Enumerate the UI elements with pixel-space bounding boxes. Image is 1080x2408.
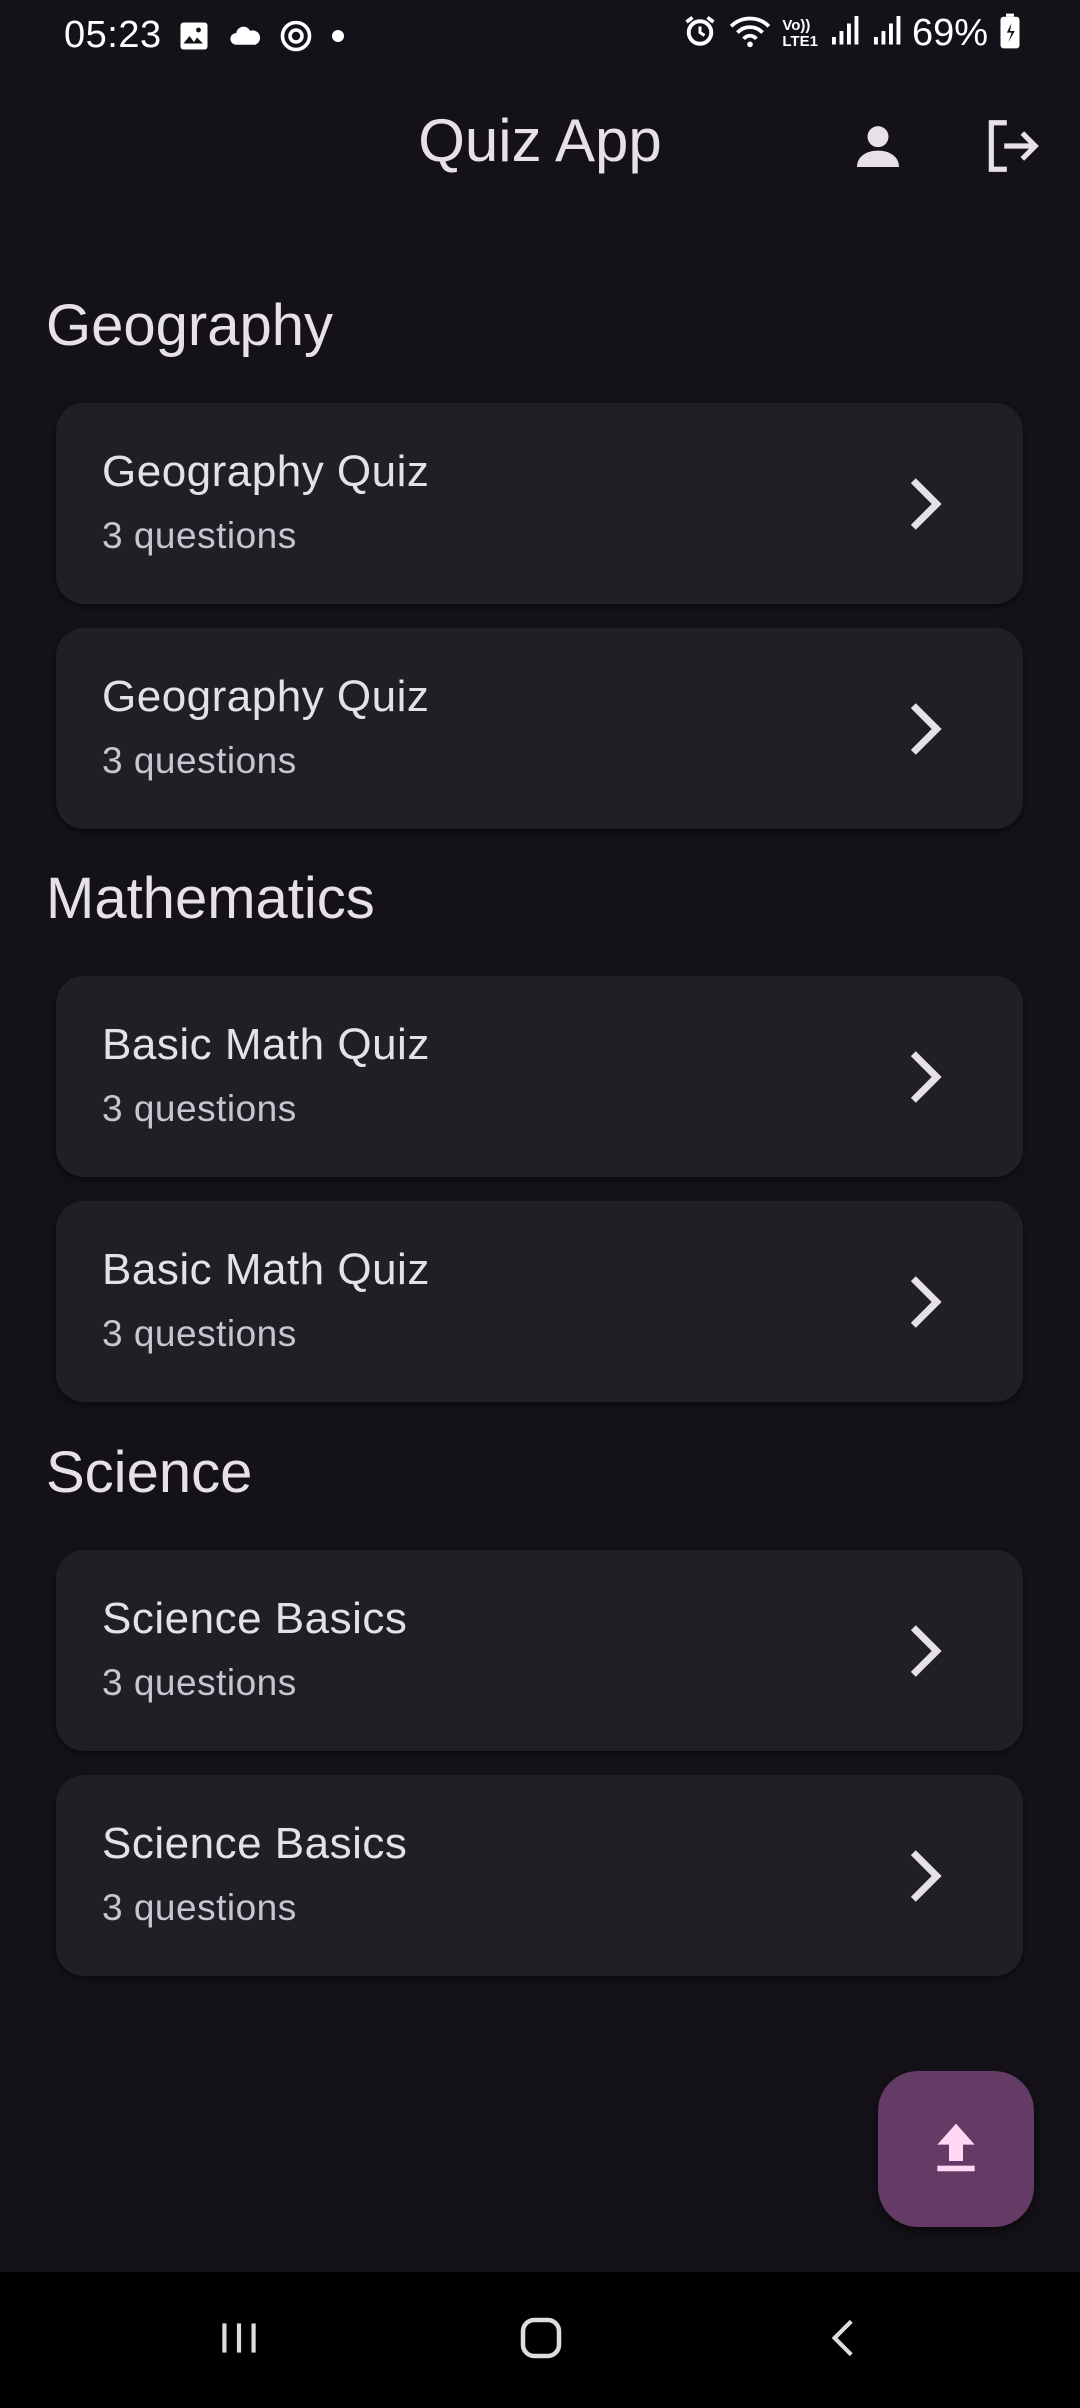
battery-icon [998, 12, 1022, 55]
quiz-card[interactable]: Geography Quiz 3 questions [56, 628, 1023, 829]
back-button[interactable] [800, 2300, 890, 2380]
quiz-card[interactable]: Science Basics 3 questions [56, 1550, 1023, 1751]
chevron-right-icon [910, 1276, 942, 1328]
alarm-icon [682, 12, 718, 55]
system-nav-bar [0, 2272, 1080, 2408]
logout-button[interactable] [972, 108, 1052, 188]
profile-button[interactable] [838, 108, 918, 188]
volte-label-top: Vo)) [782, 16, 811, 34]
quiz-title: Geography Quiz [102, 672, 430, 721]
quiz-card[interactable]: Science Basics 3 questions [56, 1775, 1023, 1976]
quiz-question-count: 3 questions [102, 740, 297, 781]
sync-icon [278, 18, 314, 59]
section-title-geography: Geography [46, 293, 333, 358]
status-notification-icons [176, 18, 348, 59]
quiz-card[interactable]: Basic Math Quiz 3 questions [56, 1201, 1023, 1402]
status-bar: 05:23 Vo)) LTE1 69% [0, 0, 1080, 72]
cloud-icon [226, 18, 264, 59]
quiz-question-count: 3 questions [102, 1088, 297, 1129]
app-bar: Quiz App [0, 72, 1080, 212]
image-icon [176, 18, 212, 59]
page-title: Quiz App [418, 107, 662, 174]
chevron-right-icon [910, 1625, 942, 1677]
quiz-card[interactable]: Basic Math Quiz 3 questions [56, 976, 1023, 1177]
recents-icon [214, 2313, 264, 2368]
chevron-right-icon [910, 1850, 942, 1902]
quiz-question-count: 3 questions [102, 1313, 297, 1354]
status-time: 05:23 [64, 14, 162, 56]
battery-percent: 69% [911, 12, 988, 54]
home-button[interactable] [496, 2300, 586, 2380]
quiz-question-count: 3 questions [102, 1887, 297, 1928]
volte-icon: Vo)) LTE1 [782, 16, 818, 50]
upload-icon [928, 2119, 984, 2180]
upload-button[interactable] [878, 2071, 1034, 2227]
signal-icon [828, 13, 860, 54]
quiz-title: Basic Math Quiz [102, 1245, 430, 1294]
quiz-title: Science Basics [102, 1819, 408, 1868]
dot-icon [328, 18, 348, 59]
quiz-question-count: 3 questions [102, 1662, 297, 1703]
signal-icon [870, 13, 902, 54]
chevron-right-icon [910, 1051, 942, 1103]
status-system-icons: Vo)) LTE1 69% [682, 12, 1022, 55]
quiz-title: Geography Quiz [102, 447, 430, 496]
back-icon [820, 2313, 870, 2368]
quiz-title: Basic Math Quiz [102, 1020, 430, 1069]
logout-icon [981, 115, 1043, 182]
section-title-science: Science [46, 1440, 253, 1505]
quiz-card[interactable]: Geography Quiz 3 questions [56, 403, 1023, 604]
person-icon [850, 118, 906, 179]
quiz-question-count: 3 questions [102, 515, 297, 556]
section-title-mathematics: Mathematics [46, 866, 375, 931]
recents-button[interactable] [194, 2300, 284, 2380]
chevron-right-icon [910, 478, 942, 530]
quiz-title: Science Basics [102, 1594, 408, 1643]
chevron-right-icon [910, 703, 942, 755]
wifi-icon [728, 12, 772, 55]
volte-label-bottom: LTE1 [782, 32, 818, 50]
home-icon [514, 2311, 568, 2370]
